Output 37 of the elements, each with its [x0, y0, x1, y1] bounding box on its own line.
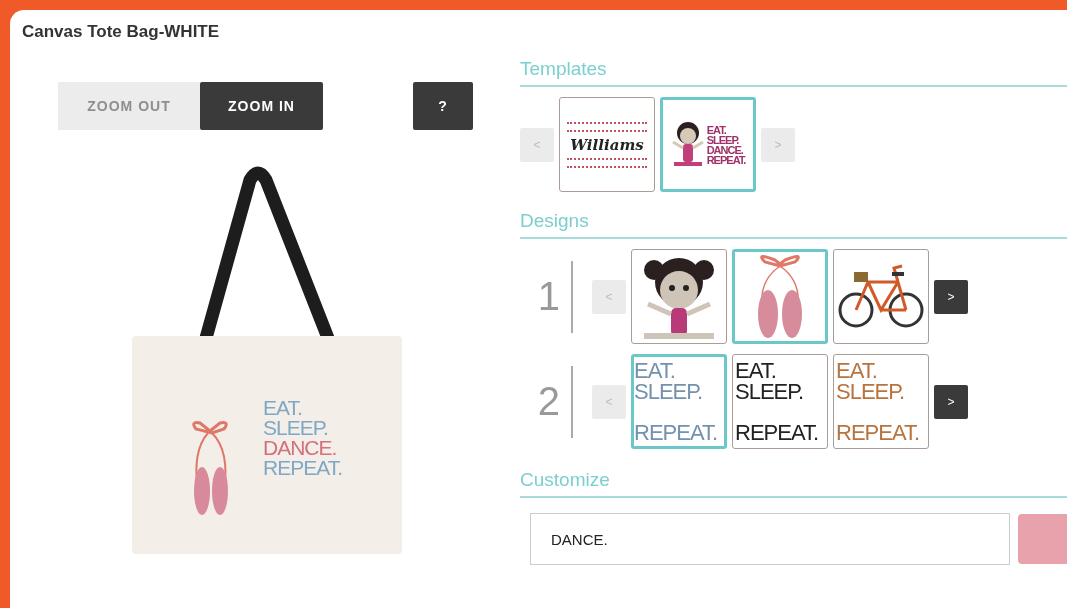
design-text: REPEAT.: [634, 422, 719, 443]
product-title: Canvas Tote Bag-WHITE: [22, 22, 221, 42]
design-thumbnail[interactable]: EAT. SLEEP. REPEAT.: [732, 354, 828, 449]
next-button[interactable]: >: [934, 279, 968, 314]
design-text: SLEEP.: [634, 381, 704, 402]
design-text: EAT.: [836, 360, 878, 381]
design-text: EAT.: [634, 360, 676, 381]
color-swatch[interactable]: [1018, 514, 1067, 564]
section-heading: Customize: [520, 469, 611, 491]
help-button[interactable]: ?: [413, 82, 473, 130]
bag-print-text: EAT.: [263, 398, 303, 418]
zoom-button[interactable]: ZOOM IN: [200, 82, 323, 130]
design-text: REPEAT.: [735, 422, 820, 443]
design-text: SLEEP.: [735, 381, 805, 402]
design-thumbnail[interactable]: [732, 249, 828, 344]
template-text: Williams: [570, 135, 644, 154]
section-heading: Templates: [520, 58, 608, 80]
next-button[interactable]: >: [934, 384, 968, 419]
text-input-field[interactable]: DANCE.: [530, 513, 1010, 565]
row-number: 1: [536, 274, 560, 319]
template-text: SLEEP.: [706, 134, 740, 145]
template-thumbnail[interactable]: Williams: [559, 97, 655, 192]
design-text: SLEEP.: [836, 381, 906, 402]
template-text: DANCE.: [706, 144, 744, 155]
section-heading: Designs: [520, 210, 590, 232]
template-thumbnail[interactable]: EAT. SLEEP. DANCE. REPEAT.: [660, 97, 756, 192]
design-thumbnail[interactable]: [833, 249, 929, 344]
design-text: EAT.: [735, 360, 777, 381]
design-text: REPEAT.: [836, 422, 921, 443]
template-text: REPEAT.: [706, 154, 746, 165]
bag-print-text: DANCE.: [263, 438, 338, 458]
row-number: 2: [536, 379, 560, 424]
bag-print-text: SLEEP.: [263, 418, 329, 438]
template-text: EAT.: [706, 124, 727, 135]
design-thumbnail[interactable]: EAT. SLEEP. REPEAT.: [833, 354, 929, 449]
bag-print-text: REPEAT.: [263, 458, 342, 478]
design-thumbnail[interactable]: [631, 249, 727, 344]
